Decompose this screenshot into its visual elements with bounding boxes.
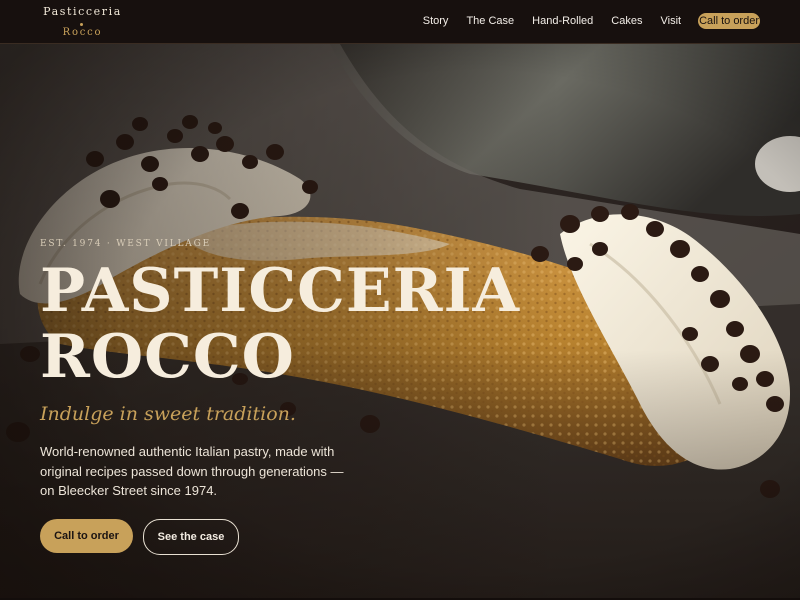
logo-dot-icon: [80, 23, 83, 26]
hero-section: EST. 1974 · WEST VILLAGE PASTICCERIA ROC…: [0, 44, 800, 600]
call-to-order-button[interactable]: Call to order: [40, 519, 133, 553]
nav-link-the-case[interactable]: The Case: [466, 15, 514, 27]
site-header: Pasticceria Rocco Story The Case Hand-Ro…: [0, 0, 800, 44]
nav-link-story[interactable]: Story: [423, 15, 449, 27]
hero-eyebrow: EST. 1974 · WEST VILLAGE: [40, 239, 211, 249]
brand-name-top: Pasticceria: [43, 5, 122, 18]
hero-description: World-renowned authentic Italian pastry,…: [40, 444, 344, 498]
brand-name-bottom: Rocco: [62, 27, 103, 38]
hero-title: PASTICCERIA ROCCO: [40, 258, 520, 390]
nav-call-to-order-button[interactable]: Call to order: [698, 13, 760, 29]
hero-tagline: Indulge in sweet tradition.: [40, 403, 296, 425]
nav-link-visit[interactable]: Visit: [660, 15, 681, 27]
brand-logo[interactable]: Pasticceria Rocco: [40, 6, 125, 38]
hero-title-line-2: ROCCO: [40, 322, 295, 392]
hero-title-line-1: PASTICCERIA: [40, 256, 521, 326]
nav-link-cakes[interactable]: Cakes: [611, 15, 642, 27]
see-the-case-button[interactable]: See the case: [143, 519, 239, 555]
main-nav: Story The Case Hand-Rolled Cakes Visit C…: [405, 13, 760, 29]
nav-link-hand-rolled[interactable]: Hand-Rolled: [532, 15, 593, 27]
